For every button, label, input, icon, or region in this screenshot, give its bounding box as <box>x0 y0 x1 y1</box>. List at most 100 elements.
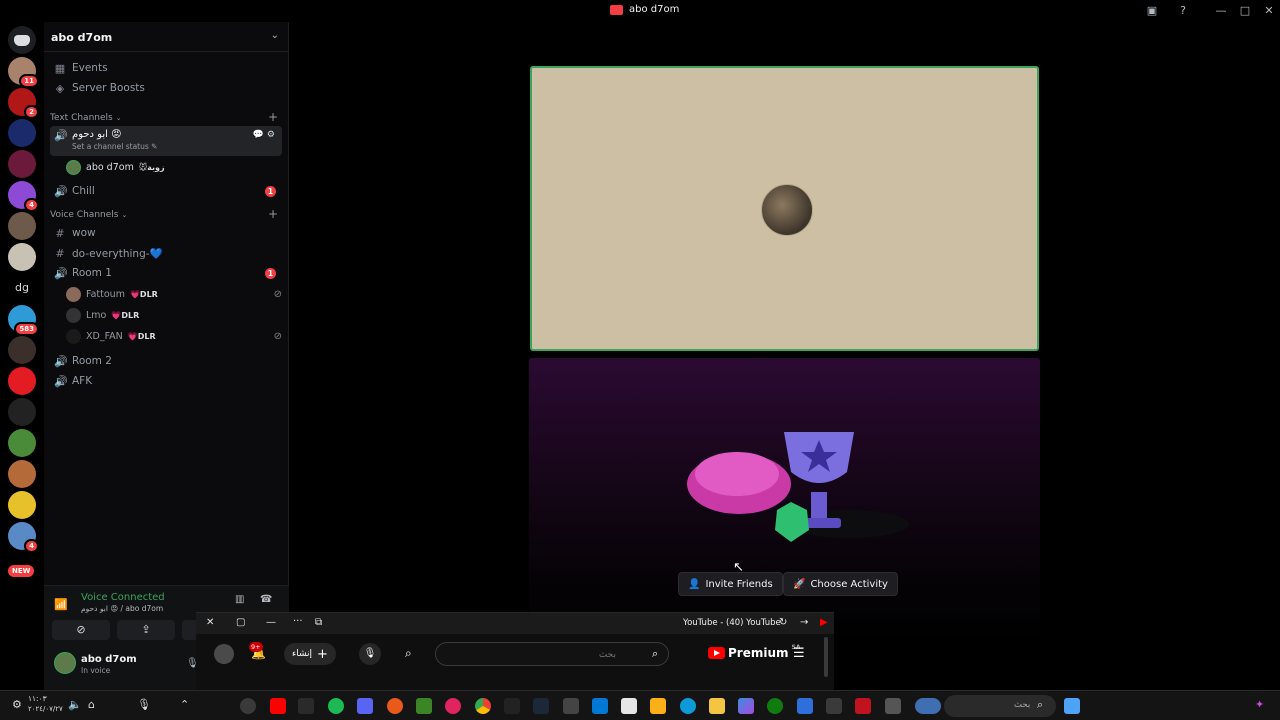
chrome-icon[interactable] <box>475 698 491 714</box>
voice-search-icon[interactable]: 🎙 <box>359 643 381 665</box>
taskbar-app-icon[interactable] <box>797 698 813 714</box>
search-input[interactable] <box>446 647 616 662</box>
taskbar-app-icon[interactable] <box>563 698 579 714</box>
video-toggle-button[interactable]: ⊘ <box>52 620 110 640</box>
taskbar-app-icon[interactable] <box>504 698 520 714</box>
server-icon[interactable] <box>8 336 36 364</box>
reload-icon[interactable]: ↻ <box>779 617 787 628</box>
outlook-icon[interactable] <box>592 698 608 714</box>
choose-activity-button[interactable]: 🚀 Choose Activity <box>783 572 898 596</box>
restore-icon[interactable]: ▢ <box>236 617 245 628</box>
server-icon[interactable]: 4 <box>8 181 39 212</box>
chevron-up-icon[interactable]: ⌃ <box>180 698 189 711</box>
avatar[interactable] <box>214 644 234 664</box>
youtube-taskbar-icon[interactable] <box>270 698 286 714</box>
channel-actions[interactable]: 💬⚙ <box>253 130 278 140</box>
create-button[interactable]: إنشاء + <box>284 643 336 665</box>
voice-user[interactable]: Fattoum 💗DLR ⊘ <box>66 284 282 304</box>
server-icon[interactable] <box>8 119 36 147</box>
more-icon[interactable]: ··· <box>293 616 303 627</box>
scrollbar[interactable] <box>824 637 828 677</box>
server-header[interactable]: abo d7om ⌄ <box>44 22 289 52</box>
microphone-icon[interactable]: 🎙 <box>137 698 151 711</box>
server-icon[interactable] <box>8 429 36 457</box>
avatar[interactable] <box>54 652 76 674</box>
task-view-icon[interactable] <box>885 698 901 714</box>
xbox-icon[interactable] <box>767 698 783 714</box>
close-icon[interactable]: ✕ <box>206 617 214 628</box>
add-channel-icon[interactable]: + <box>268 110 278 124</box>
voice-user[interactable]: XD_FAN 💗DLR ⊘ <box>66 326 282 346</box>
category-text-channels[interactable]: Text Channels ⌄ <box>50 113 122 123</box>
pip-icon[interactable]: ⧉ <box>315 617 322 628</box>
channel-room-1[interactable]: 🔊 Room 1 1 <box>50 263 282 283</box>
invite-friends-button[interactable]: 👤 Invite Friends <box>678 572 783 596</box>
volume-icon[interactable]: 🔈 <box>68 698 82 711</box>
server-icon[interactable] <box>8 150 36 178</box>
channel-afk[interactable]: 🔊 AFK <box>50 371 282 391</box>
voice-user[interactable]: abo d7om 🐭زوبة <box>66 157 165 177</box>
steam-icon[interactable] <box>533 698 549 714</box>
minimize-button[interactable]: — <box>1213 3 1229 19</box>
server-icon[interactable]: 11 <box>8 57 39 88</box>
edge-icon[interactable] <box>680 698 696 714</box>
category-voice-channels[interactable]: Voice Channels ⌄ <box>50 210 127 220</box>
server-icon[interactable] <box>8 367 36 395</box>
menu-icon[interactable]: ☰ <box>793 646 805 661</box>
taskbar-app-icon[interactable] <box>855 698 871 714</box>
taskbar-search[interactable]: بحث ⌕ <box>944 695 1056 717</box>
spotify-icon[interactable] <box>328 698 344 714</box>
home-button[interactable] <box>8 26 36 54</box>
rockstar-icon[interactable] <box>650 698 666 714</box>
voice-user[interactable]: Lmo 💗DLR <box>66 305 139 325</box>
taskbar-app-icon[interactable] <box>298 698 314 714</box>
taskbar-app-icon[interactable] <box>445 698 461 714</box>
server-icon[interactable] <box>8 212 36 240</box>
channel-wow[interactable]: # wow <box>50 223 282 243</box>
server-icon[interactable]: 4 <box>8 522 39 553</box>
server-boosts-item[interactable]: ◈ Server Boosts <box>50 78 282 98</box>
file-explorer-icon[interactable] <box>709 698 725 714</box>
copilot-icon[interactable] <box>738 698 754 714</box>
close-button[interactable]: ✕ <box>1261 3 1277 19</box>
widgets-icon[interactable] <box>915 698 941 714</box>
taskbar-app-icon[interactable] <box>387 698 403 714</box>
channel-room-2[interactable]: 🔊 Room 2 <box>50 351 282 371</box>
clock-time[interactable]: ١١:٠٣ <box>28 694 47 703</box>
voice-connected-label[interactable]: Voice Connected <box>81 592 165 603</box>
server-icon[interactable]: dg <box>8 274 36 302</box>
minimize-icon[interactable]: — <box>266 617 276 628</box>
channel-status[interactable]: Set a channel status ✎ <box>72 142 157 151</box>
discord-taskbar-icon[interactable] <box>357 698 373 714</box>
disconnect-icon[interactable]: ☎ <box>260 594 272 605</box>
server-icon[interactable] <box>8 398 36 426</box>
search-icon[interactable]: ⌕ <box>405 646 412 661</box>
minecraft-icon[interactable] <box>416 698 432 714</box>
screen-share-button[interactable]: ⇪ <box>117 620 175 640</box>
start-button[interactable] <box>1064 698 1080 714</box>
server-icon[interactable] <box>8 460 36 488</box>
add-channel-icon[interactable]: + <box>268 207 278 221</box>
network-icon[interactable]: ⌂ <box>88 698 95 711</box>
server-icon[interactable] <box>8 243 36 271</box>
store-icon[interactable] <box>621 698 637 714</box>
user-video-tile[interactable] <box>530 66 1039 351</box>
taskbar-app-icon[interactable] <box>240 698 256 714</box>
search-icon[interactable]: ⌕ <box>652 647 658 661</box>
inbox-icon[interactable]: ▣ <box>1144 3 1160 19</box>
channel-active-voice[interactable]: 🔊 ابو دحوم 😡 Set a channel status ✎ 💬⚙ <box>50 126 282 156</box>
forward-icon[interactable]: → <box>800 617 808 628</box>
maximize-button[interactable]: □ <box>1237 3 1253 19</box>
search-box[interactable]: ⌕ <box>435 642 669 666</box>
server-icon[interactable]: 583 <box>8 305 39 336</box>
taskbar-app-icon[interactable] <box>826 698 842 714</box>
server-icon[interactable]: 2 <box>8 88 39 119</box>
help-icon[interactable]: ? <box>1175 3 1191 19</box>
server-icon[interactable] <box>8 491 36 519</box>
clock-date[interactable]: ٢٠٢٤/٠٧/٢٧ <box>28 705 63 713</box>
noise-suppression-icon[interactable]: ▥ <box>235 594 244 605</box>
channel-chill[interactable]: 🔊 Chill 1 <box>50 181 282 201</box>
youtube-premium-logo[interactable]: Premium SA <box>708 644 800 660</box>
settings-icon[interactable]: ⚙ <box>12 698 22 711</box>
copilot-tray-icon[interactable]: ✦ <box>1255 698 1264 711</box>
